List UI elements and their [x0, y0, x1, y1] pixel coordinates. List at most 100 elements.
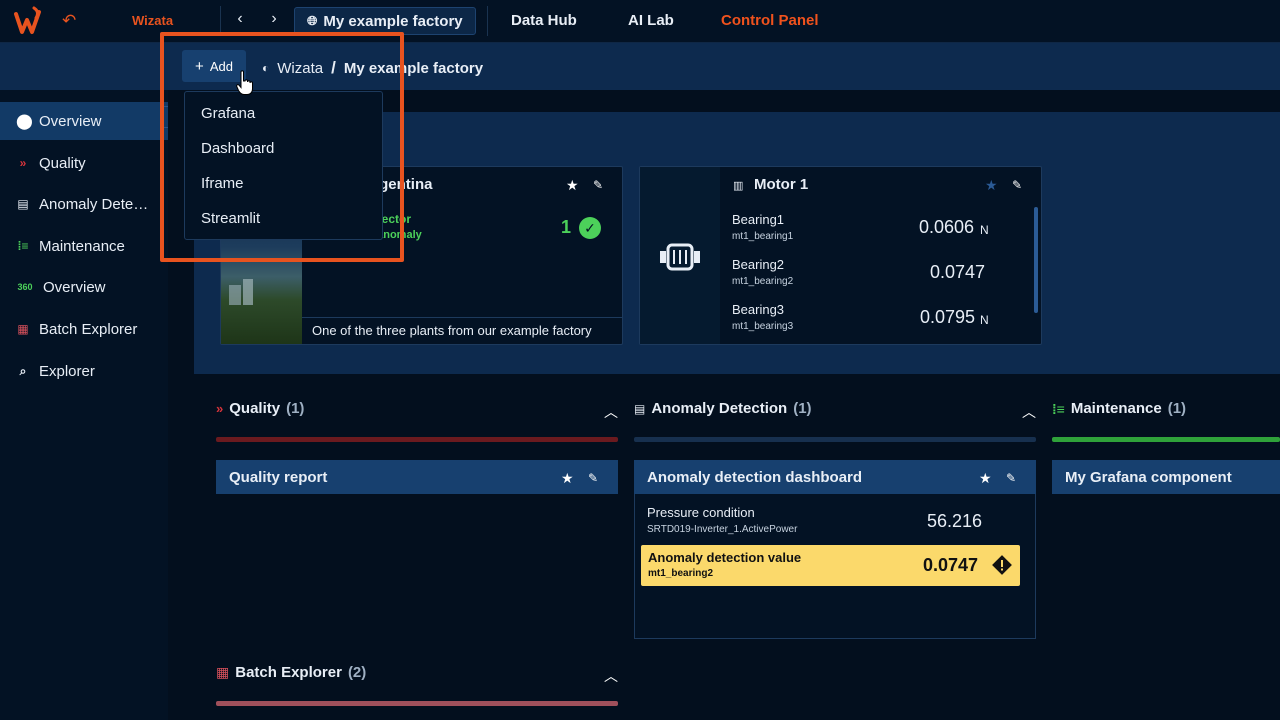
section-bar: [216, 437, 618, 442]
motor-title: Motor 1: [754, 176, 809, 193]
check-circle-icon: ✓: [579, 217, 601, 239]
sidebar-item-label: Overview: [39, 112, 102, 130]
sidebar-item-label: Quality: [39, 154, 86, 172]
location-pin-icon: ⬤: [16, 113, 33, 130]
section-count: (1): [286, 400, 305, 417]
metric-unit: N: [980, 223, 989, 237]
brand-label[interactable]: Wizata: [132, 13, 173, 28]
anomaly-icon: ▤: [634, 401, 646, 416]
anomaly-alert-row[interactable]: Anomaly detection value mt1_bearing2 0.0…: [641, 545, 1020, 586]
motor-image-panel: [640, 167, 720, 344]
metric-value: 0.0606: [919, 217, 975, 237]
metric-value: 56.216: [927, 511, 983, 531]
360-icon: 360: [17, 282, 33, 292]
metric-value: 0.0747: [923, 555, 979, 575]
panel-header: My Grafana component: [1052, 460, 1280, 494]
back-arrow-icon[interactable]: ↶: [62, 11, 76, 31]
chevron-double-down-icon: »: [19, 156, 27, 170]
section-title: Quality: [229, 400, 281, 417]
star-icon[interactable]: ★: [566, 177, 579, 194]
edit-icon[interactable]: ✎: [593, 178, 603, 192]
nav-forward-button[interactable]: ›: [264, 10, 284, 28]
plant-description: One of the three plants from our example…: [312, 323, 592, 338]
sidebar-item-maintenance[interactable]: ⁞≡ Maintenance: [0, 227, 168, 265]
sidebar-item-360-overview[interactable]: 360 Overview: [0, 268, 168, 306]
metric-name: Bearing2: [732, 257, 785, 272]
panel-header: Quality report: [216, 460, 618, 494]
sidebar-item-overview[interactable]: ⬤ Overview: [0, 102, 168, 140]
anomaly-icon: ▤: [17, 197, 29, 211]
highlight-annotation: [160, 32, 404, 262]
sidebar: ⬤ Overview » Quality ▤ Anomaly Dete… ⁞≡ …: [0, 90, 168, 720]
section-count: (2): [347, 664, 367, 681]
metric-value: 0.0747: [930, 262, 986, 282]
chevron-up-icon[interactable]: ︿: [604, 666, 618, 686]
section-batch-explorer[interactable]: ▦ Batch Explorer (2): [216, 664, 366, 681]
section-anomaly-detection[interactable]: ▤ Anomaly Detection (1): [634, 400, 812, 417]
scrollbar[interactable]: [1034, 207, 1038, 313]
sidebar-item-anomaly-detection[interactable]: ▤ Anomaly Dete…: [0, 185, 168, 223]
sidebar-item-batch-explorer[interactable]: ▦ Batch Explorer: [0, 310, 168, 348]
section-quality[interactable]: » Quality (1): [216, 400, 304, 417]
globe-icon: 🌐︎: [307, 13, 318, 28]
quality-report-panel[interactable]: Quality report ★ ✎: [216, 460, 618, 494]
maintenance-icon: ⁞≡: [1052, 400, 1065, 417]
panel-title: Anomaly detection dashboard: [647, 468, 863, 486]
metric-sub: SRTD019-Inverter_1.ActivePower: [647, 524, 798, 535]
hand-cursor-icon: [236, 70, 253, 95]
section-bar: [1052, 437, 1280, 442]
metric-name: Bearing3: [732, 302, 785, 317]
section-title: Batch Explorer: [235, 664, 342, 681]
sidebar-item-label: Explorer: [39, 362, 95, 380]
panel-header: Anomaly detection dashboard: [634, 460, 1036, 494]
explorer-icon: ⌕: [19, 363, 27, 378]
section-maintenance[interactable]: ⁞≡ Maintenance (1): [1052, 400, 1186, 417]
divider: [487, 6, 488, 36]
grafana-panel[interactable]: My Grafana component: [1052, 460, 1280, 494]
section-count: (1): [1167, 400, 1187, 417]
edit-icon[interactable]: ✎: [1012, 178, 1022, 192]
nav-control-panel[interactable]: Control Panel: [721, 12, 819, 29]
metric-name: Anomaly detection value: [648, 550, 802, 565]
motor-card[interactable]: ▥ Motor 1 ★ ✎ Bearing1 mt1_bearing1 0.06…: [639, 166, 1042, 345]
edit-icon[interactable]: ✎: [1006, 471, 1016, 485]
metric-sub: mt1_bearing3: [732, 321, 794, 332]
divider: [302, 317, 622, 318]
metric-unit: N: [980, 313, 989, 327]
sidebar-item-quality[interactable]: » Quality: [0, 144, 168, 182]
chevron-double-down-icon: »: [216, 401, 224, 416]
factory-selector[interactable]: 🌐︎ My example factory: [294, 7, 476, 35]
metric-name: Pressure condition: [647, 505, 755, 520]
chevron-up-icon[interactable]: ︿: [604, 402, 618, 422]
star-icon[interactable]: ★: [985, 177, 998, 194]
metric-sub: mt1_bearing2: [732, 276, 794, 287]
panel-title: My Grafana component: [1065, 468, 1232, 486]
sidebar-item-label: Batch Explorer: [39, 320, 138, 338]
sidebar-item-explorer[interactable]: ⌕ Explorer: [0, 352, 168, 390]
maintenance-icon: ⁞≡: [17, 239, 29, 253]
section-title: Anomaly Detection: [651, 400, 788, 417]
panel-title: Quality report: [229, 468, 328, 486]
plant-count: 1: [561, 217, 572, 237]
batch-icon: ▦: [216, 664, 230, 680]
nav-ai-lab[interactable]: AI Lab: [628, 12, 674, 29]
star-icon[interactable]: ★: [561, 470, 574, 487]
chevron-up-icon[interactable]: ︿: [1022, 402, 1036, 422]
edit-icon[interactable]: ✎: [588, 471, 598, 485]
section-count: (1): [793, 400, 812, 417]
anomaly-dashboard-panel[interactable]: Anomaly detection dashboard ★ ✎ Pressure…: [634, 460, 1036, 639]
star-icon[interactable]: ★: [979, 470, 992, 487]
sidebar-item-label: Overview: [43, 278, 106, 296]
factory-label: My example factory: [323, 12, 463, 30]
section-bar: [634, 437, 1036, 442]
section-bar: [216, 701, 618, 706]
wizata-logo-icon[interactable]: [14, 6, 42, 36]
warning-diamond-icon: [992, 555, 1012, 575]
batch-icon: ▦: [17, 322, 29, 336]
metric-value: 0.0795: [920, 307, 976, 327]
metric-sub: mt1_bearing2: [648, 568, 714, 579]
sidebar-item-label: Anomaly Dete…: [39, 195, 149, 213]
panel-body: Pressure condition SRTD019-Inverter_1.Ac…: [634, 494, 1036, 639]
nav-data-hub[interactable]: Data Hub: [511, 12, 577, 29]
nav-back-button[interactable]: ‹: [230, 10, 250, 28]
